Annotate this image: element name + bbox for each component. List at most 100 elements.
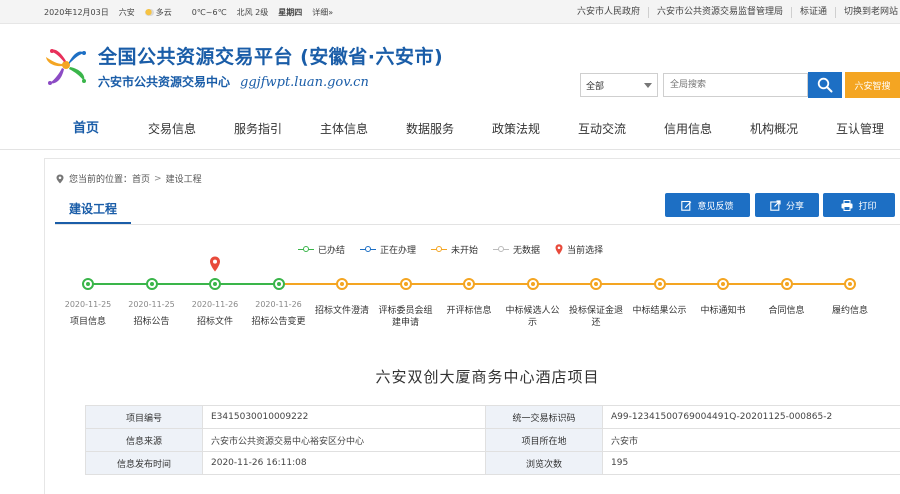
- table-row: 信息发布时间 2020-11-26 16:11:08 浏览次数 195: [85, 451, 900, 475]
- nav-organization[interactable]: 机构概况: [742, 108, 806, 150]
- project-no-label: 项目编号: [85, 405, 203, 429]
- tab-construction[interactable]: 建设工程: [55, 194, 131, 224]
- nav-mutual-recognition[interactable]: 互认管理: [828, 108, 892, 150]
- breadcrumb-current[interactable]: 建设工程: [166, 172, 202, 185]
- timeline-node[interactable]: [209, 278, 221, 290]
- timeline-connector: [469, 283, 533, 285]
- table-row: 项目编号 E3415030010009222 统一交易标识码 A99-12341…: [85, 405, 900, 429]
- source-label: 信息来源: [85, 428, 203, 452]
- search-button[interactable]: [808, 72, 842, 98]
- timeline-date: 2020-11-25: [128, 300, 175, 309]
- table-row: 信息来源 六安市公共资源交易中心裕安区分中心 项目所在地 六安市: [85, 428, 900, 452]
- timeline-step-label[interactable]: 开评标信息: [439, 305, 499, 317]
- legend-done-marker: [298, 245, 314, 253]
- timeline-date: 2020-11-26: [191, 300, 239, 309]
- edit-icon: [681, 200, 692, 211]
- process-timeline: 2020-11-25 项目信息 2020-11-25 招标公告 2020-11-26 招标…: [0, 256, 900, 346]
- timeline-connector: [215, 283, 279, 285]
- timeline-node[interactable]: [82, 278, 94, 290]
- timeline-connector: [88, 283, 152, 285]
- project-info-table: 项目编号 E3415030010009222 统一交易标识码 A99-12341…: [85, 405, 900, 475]
- timeline-step-label[interactable]: 合同信息: [757, 305, 817, 317]
- nav-service-guide[interactable]: 服务指引: [226, 108, 290, 150]
- view-count-value: 195: [602, 451, 900, 475]
- legend-nodata: 无数据: [493, 243, 540, 256]
- timeline-node[interactable]: [526, 278, 539, 290]
- link-old-site[interactable]: 切换到老网站: [836, 7, 900, 18]
- breadcrumb: 您当前的位置： 首页 > 建设工程: [55, 172, 202, 185]
- nav-interaction[interactable]: 互动交流: [570, 108, 634, 150]
- nav-entity-info[interactable]: 主体信息: [312, 108, 376, 150]
- weather-info: 多云: [144, 7, 182, 18]
- timeline-step-label[interactable]: 招标文件: [185, 316, 245, 328]
- weather-city: 六安: [118, 7, 135, 17]
- timeline-node[interactable]: [717, 278, 729, 290]
- timeline-node[interactable]: [780, 278, 793, 290]
- weather-detail-link[interactable]: 详细»: [312, 7, 333, 18]
- breadcrumb-home[interactable]: 首页: [132, 172, 150, 185]
- timeline-step-label[interactable]: 招标公告: [122, 316, 182, 328]
- feedback-button[interactable]: 意见反馈: [665, 193, 750, 217]
- cloudy-icon: [144, 8, 154, 16]
- timeline-step-label[interactable]: 中标结果公示: [630, 305, 690, 317]
- site-logo-icon[interactable]: [42, 41, 90, 89]
- share-button[interactable]: 分享: [755, 193, 819, 217]
- timeline-date: 2020-11-25: [64, 300, 112, 309]
- legend-nodata-marker: [493, 245, 510, 253]
- timeline-date: 2020-11-26: [255, 300, 302, 309]
- map-pin-icon: [555, 243, 563, 255]
- timeline-connector: [151, 283, 215, 285]
- search-scope-select[interactable]: 全部: [580, 73, 658, 97]
- timeline-connector: [659, 283, 723, 285]
- temperature: 0℃~6℃: [191, 7, 227, 17]
- timeline-node[interactable]: [399, 278, 412, 290]
- tab-divider: [55, 224, 900, 225]
- timeline-step-label[interactable]: 中标候选人公示: [503, 305, 563, 329]
- legend-todo: 未开始: [431, 243, 478, 256]
- printer-icon: [841, 199, 853, 211]
- timeline-step-label[interactable]: 中标通知书: [693, 305, 753, 317]
- timeline-node[interactable]: [590, 278, 602, 290]
- top-info-bar: 2020年12月03日 六安 多云 0℃~6℃ 北风 2级 星期四 详细» 六安…: [0, 0, 900, 24]
- timeline-step-label[interactable]: 招标文件澄清: [312, 305, 372, 317]
- project-title: 六安双创大厦商务中心酒店项目: [375, 368, 600, 386]
- top-links: 六安市人民政府 六安市公共资源交易监督管理局 标证通 切换到老网站: [569, 0, 900, 24]
- timeline-step-label[interactable]: 项目信息: [58, 316, 118, 328]
- timeline-step-label[interactable]: 履约信息: [820, 305, 880, 317]
- nav-credit[interactable]: 信用信息: [656, 108, 720, 150]
- timeline-connector: [278, 283, 342, 285]
- timeline-node[interactable]: [272, 278, 285, 290]
- timeline-step-label[interactable]: 招标公告变更: [249, 316, 309, 328]
- timeline-node[interactable]: [844, 278, 856, 290]
- wind: 北风 2级: [236, 7, 269, 17]
- search-input[interactable]: [663, 73, 808, 97]
- link-gov[interactable]: 六安市人民政府: [569, 6, 649, 18]
- location-icon: [56, 174, 64, 183]
- timeline-node[interactable]: [653, 278, 666, 290]
- link-cert[interactable]: 标证通: [792, 6, 836, 18]
- print-button[interactable]: 打印: [823, 193, 895, 217]
- chevron-down-icon: [644, 83, 652, 88]
- nav-home[interactable]: 首页: [62, 108, 110, 150]
- timeline-connector: [596, 283, 660, 285]
- share-icon: [770, 199, 781, 211]
- site-header: 全国公共资源交易平台 (安徽省·六安市) 六安市公共资源交易中心 ggjfwpt.…: [0, 25, 900, 107]
- timeline-step-label[interactable]: 评标委员会组建申请: [376, 305, 436, 329]
- source-value: 六安市公共资源交易中心裕安区分中心: [202, 428, 486, 452]
- current-date: 2020年12月03日: [44, 7, 109, 17]
- timeline-node[interactable]: [463, 278, 475, 290]
- timeline-step-label[interactable]: 投标保证金退还: [566, 305, 626, 329]
- nav-data-service[interactable]: 数据服务: [398, 108, 462, 150]
- publish-time-value: 2020-11-26 16:11:08: [202, 451, 486, 475]
- nav-policy[interactable]: 政策法规: [484, 108, 548, 150]
- link-supervision[interactable]: 六安市公共资源交易监督管理局: [649, 6, 792, 18]
- site-title: 全国公共资源交易平台 (安徽省·六安市): [98, 46, 444, 68]
- timeline-node[interactable]: [145, 278, 158, 290]
- legend-doing-marker: [360, 245, 377, 253]
- nav-trade-info[interactable]: 交易信息: [140, 108, 204, 150]
- timeline-node[interactable]: [336, 278, 348, 290]
- smart-search-button[interactable]: 六安智搜: [845, 72, 900, 98]
- trade-id-value: A99-12341500769004491Q-20201125-000865-2: [602, 405, 900, 429]
- site-url: ggjfwpt.luan.gov.cn: [240, 75, 369, 90]
- timeline-legend: 已办结 正在办理 未开始 无数据 当前选择: [298, 242, 618, 256]
